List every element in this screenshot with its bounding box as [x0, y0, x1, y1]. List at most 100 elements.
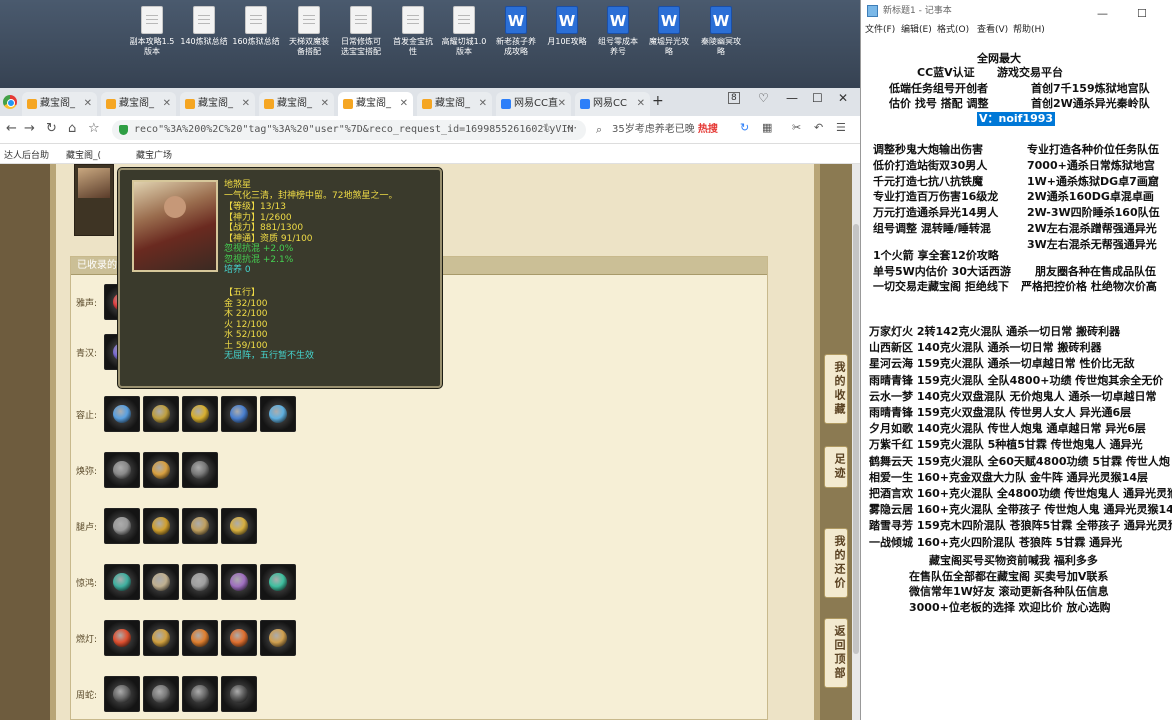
shirt-icon[interactable]: ♡ — [758, 91, 769, 105]
browser-tab[interactable]: 藏宝阁_ ✕ — [101, 92, 176, 116]
collection-item-slot[interactable] — [104, 620, 140, 656]
browser-tab[interactable]: 藏宝阁_ ✕ — [22, 92, 97, 116]
bookmark-item[interactable]: 达人后台助 — [4, 148, 49, 161]
minimize-icon[interactable]: — — [786, 91, 798, 105]
bookmark-item[interactable]: 藏宝阁_( — [66, 148, 101, 161]
browser-tab[interactable]: 网易CC直 ✕ — [496, 92, 571, 116]
desktop-icon-label: 140炼狱总结 — [180, 37, 228, 46]
browser-logo-icon[interactable] — [3, 95, 17, 109]
side-button[interactable]: 返回顶部 — [824, 618, 848, 688]
tab-close-icon[interactable]: ✕ — [558, 92, 566, 116]
desktop-icon[interactable]: 160炼狱总结 — [230, 6, 282, 47]
star-icon[interactable]: ☆ — [88, 121, 100, 136]
side-button[interactable]: 足迹 — [824, 446, 848, 488]
notepad-team-line: 鹤舞云天 159克火混队 全60天赋4800功绩 5甘霖 传世人炮 — [869, 454, 1170, 468]
desktop-icon[interactable]: 副本攻略1.5 版本 — [126, 6, 178, 57]
tab-count-badge[interactable]: 8 — [728, 92, 740, 104]
wps-document-icon: W — [710, 6, 732, 34]
collection-item-slot[interactable] — [260, 564, 296, 600]
browser-tab[interactable]: 网易CC ✕ — [575, 92, 650, 116]
collection-item-slot[interactable] — [221, 620, 257, 656]
collection-item-slot[interactable] — [182, 508, 218, 544]
collection-item-slot[interactable] — [143, 564, 179, 600]
collection-item-slot[interactable] — [143, 452, 179, 488]
back-icon[interactable]: ← — [6, 121, 17, 136]
character-thumbnail[interactable] — [74, 164, 114, 236]
tab-close-icon[interactable]: ✕ — [242, 92, 250, 116]
browser-tab[interactable]: 藏宝阁_ ✕ — [259, 92, 334, 116]
collection-item-slot[interactable] — [221, 396, 257, 432]
collection-item-slot[interactable] — [104, 564, 140, 600]
tab-close-icon[interactable]: ✕ — [400, 92, 408, 116]
refresh-icon[interactable]: ↻ — [46, 121, 57, 136]
sync-icon[interactable]: ↻ — [740, 121, 749, 134]
scrollbar-thumb[interactable] — [853, 224, 859, 654]
notepad-line: 一切交易走藏宝阁 拒绝线下 — [873, 280, 1009, 293]
collection-item-slot[interactable] — [182, 452, 218, 488]
desktop-icon[interactable]: 高耀切城1.0 版本 — [438, 6, 490, 57]
notepad-menu-item[interactable]: 格式(O) — [937, 22, 969, 35]
tab-close-icon[interactable]: ✕ — [479, 92, 487, 116]
desktop-icon[interactable]: 日常修炼可 选宝宝搭配 — [335, 6, 387, 57]
desktop-icon[interactable]: W 月10E攻略 — [541, 6, 593, 47]
collection-item-slot[interactable] — [182, 564, 218, 600]
maximize-icon[interactable]: ☐ — [812, 91, 823, 105]
notepad-menu-item[interactable]: 帮助(H) — [1013, 22, 1045, 35]
tab-close-icon[interactable]: ✕ — [637, 92, 645, 116]
desktop-icon[interactable]: W 魔墟异光攻 略 — [643, 6, 695, 57]
apps-icon[interactable]: ▦ — [762, 121, 772, 134]
browser-tab[interactable]: 藏宝阁_ ✕ — [180, 92, 255, 116]
browser-tab[interactable]: 藏宝阁_ ✕ — [338, 92, 413, 116]
collection-item-slot[interactable] — [143, 620, 179, 656]
bookmark-star-icon[interactable]: ☆ — [542, 121, 552, 134]
collection-item-slot[interactable] — [104, 508, 140, 544]
collection-item-slot[interactable] — [182, 676, 218, 712]
side-button[interactable]: 我的还价 — [824, 528, 848, 598]
home-icon[interactable]: ⌂ — [68, 121, 76, 136]
notepad-line: 万元打造通杀异光14男人 — [873, 206, 999, 220]
desktop-icon[interactable]: W 组号零成本 养号 — [592, 6, 644, 57]
desktop-icon[interactable]: W 新老孩子养 成攻略 — [490, 6, 542, 57]
scissors-icon[interactable]: ✂ — [792, 121, 801, 134]
collection-item-icon — [230, 573, 248, 591]
desktop-icon[interactable]: 140炼狱总结 — [178, 6, 230, 47]
page-scrollbar[interactable] — [852, 164, 860, 720]
collection-item-slot[interactable] — [143, 508, 179, 544]
notepad-menu-item[interactable]: 编辑(E) — [901, 22, 932, 35]
collection-item-slot[interactable] — [143, 396, 179, 432]
notepad-menu-item[interactable]: 查看(V) — [977, 22, 1008, 35]
collection-item-slot[interactable] — [104, 452, 140, 488]
desktop-icon[interactable]: 首发金宝抗 性 — [387, 6, 439, 57]
forward-icon[interactable]: → — [24, 121, 35, 136]
close-icon[interactable]: ✕ — [838, 91, 848, 105]
more-icon[interactable]: ⋯ — [566, 121, 577, 134]
new-tab-button[interactable]: + — [652, 93, 664, 109]
side-button[interactable]: 我的收藏 — [824, 354, 848, 424]
notepad-header: 游戏交易平台 — [997, 66, 1063, 79]
collection-item-slot[interactable] — [260, 620, 296, 656]
collection-item-slot[interactable] — [221, 564, 257, 600]
desktop-icon[interactable]: 天梯双魔装 备搭配 — [283, 6, 335, 57]
search-input[interactable]: ⌕ 35岁考虑养老已晚 热搜 — [590, 120, 730, 140]
desktop-icon[interactable]: W 秦陵幽冥攻 略 — [695, 6, 747, 57]
tab-close-icon[interactable]: ✕ — [84, 92, 92, 116]
wps-document-icon: W — [505, 6, 527, 34]
collection-item-icon — [191, 629, 209, 647]
collection-item-slot[interactable] — [221, 676, 257, 712]
notepad-menu-item[interactable]: 文件(F) — [865, 22, 895, 35]
collection-item-slot[interactable] — [182, 620, 218, 656]
collection-item-slot[interactable] — [143, 676, 179, 712]
tab-close-icon[interactable]: ✕ — [163, 92, 171, 116]
undo-icon[interactable]: ↶ — [814, 121, 823, 134]
collection-item-slot[interactable] — [260, 396, 296, 432]
character-portrait-small — [78, 168, 110, 198]
browser-tab[interactable]: 藏宝阁_ ✕ — [417, 92, 492, 116]
collection-item-slot[interactable] — [221, 508, 257, 544]
tab-close-icon[interactable]: ✕ — [321, 92, 329, 116]
menu-icon[interactable]: ☰ — [836, 121, 846, 134]
collection-item-slot[interactable] — [104, 676, 140, 712]
bookmark-item[interactable]: 藏宝广场 — [136, 148, 172, 161]
collection-item-slot[interactable] — [104, 396, 140, 432]
url-input[interactable]: reco"%3A%200%2C%20"tag"%3A%20"user"%7D&r… — [112, 120, 586, 140]
collection-item-slot[interactable] — [182, 396, 218, 432]
